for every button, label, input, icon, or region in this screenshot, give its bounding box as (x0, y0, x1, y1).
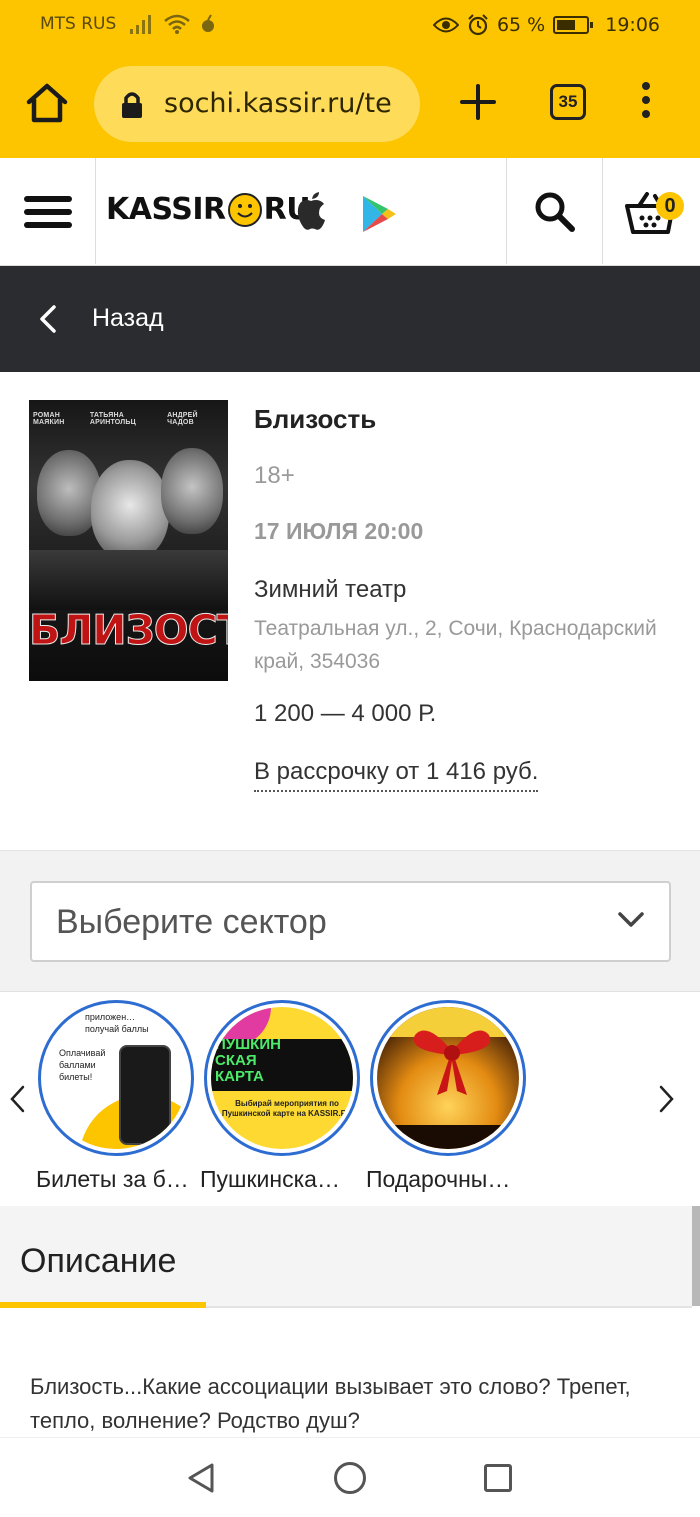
story-item[interactable]: приложен… получай баллы Оплачивай баллам… (36, 1000, 198, 1193)
story-image (377, 1007, 519, 1149)
back-bar[interactable]: Назад (0, 266, 700, 372)
chevron-down-icon (618, 912, 644, 927)
cart-button[interactable] (602, 158, 700, 264)
chevron-left-icon (40, 305, 56, 333)
site-header: KASSIR RU 0 (0, 158, 700, 266)
eye-icon (432, 17, 459, 33)
story-label: Пушкинска… (200, 1166, 340, 1192)
nav-recents-icon[interactable] (484, 1464, 512, 1492)
poster-clothing (29, 550, 228, 610)
event-poster[interactable]: РОМАН МАЯКИН ТАТЬЯНА АРИНТОЛЬЦ АНДРЕЙ ЧА… (29, 400, 228, 681)
battery-icon (553, 16, 594, 34)
venue-address: Театральная ул., 2, Сочи, Краснодарский … (254, 617, 657, 673)
browser-toolbar: sochi.kassir.ru/te 35 (0, 56, 700, 152)
logo-smiley-icon (227, 192, 262, 227)
scrollbar[interactable] (692, 1206, 700, 1306)
sector-select-label: Выберите сектор (56, 903, 327, 941)
google-play-icon[interactable] (360, 194, 398, 234)
description-text: Близость...Какие ассоциации вызывает это… (30, 1374, 631, 1433)
nav-home-icon[interactable] (334, 1462, 366, 1494)
new-tab-icon[interactable] (456, 80, 500, 124)
apple-store-icon[interactable] (294, 192, 330, 232)
poster-cast-name: РОМАН МАЯКИН (33, 412, 65, 426)
clock: 19:06 (605, 14, 660, 36)
story-circle (370, 1000, 526, 1156)
event-date: 17 ИЮЛЯ 20:00 (254, 518, 424, 544)
story-small-text: приложен… получай баллы (85, 1012, 149, 1034)
description-tabs: Описание (0, 1206, 692, 1308)
home-icon[interactable] (22, 78, 72, 128)
story-item[interactable]: Подарочны… (366, 1000, 530, 1193)
story-image: ПУШКИН СКАЯ КАРТА Выбирай мероприятия по… (211, 1007, 353, 1149)
story-circle: ПУШКИН СКАЯ КАРТА Выбирай мероприятия по… (204, 1000, 360, 1156)
wifi-icon (164, 14, 190, 34)
price-range: 1 200 — 4 000 Р. (254, 700, 437, 727)
story-label: Подарочны… (366, 1166, 511, 1192)
poster-title: БЛИЗОСТЬ (29, 606, 228, 655)
poster-cast: РОМАН МАЯКИН ТАТЬЯНА АРИНТОЛЬЦ АНДРЕЙ ЧА… (33, 412, 223, 426)
logo-text-left: KASSIR (106, 192, 226, 227)
hamburger-menu-button[interactable] (0, 158, 96, 264)
cart-count-badge: 0 (656, 192, 684, 220)
story-headline: ПУШКИН СКАЯ КАРТА (215, 1036, 281, 1085)
url-text: sochi.kassir.ru/te (164, 88, 392, 119)
story-item[interactable]: ПУШКИН СКАЯ КАРТА Выбирай мероприятия по… (200, 1000, 364, 1193)
carrier-label: MTS RUS (40, 14, 117, 34)
tabs-count-button[interactable]: 35 (550, 84, 586, 120)
system-nav-bar (0, 1437, 700, 1517)
sector-section: Выберите сектор (0, 850, 700, 992)
battery-fill (557, 20, 576, 30)
venue-name[interactable]: Зимний театр (254, 576, 406, 604)
stories-carousel: приложен… получай баллы Оплачивай баллам… (0, 994, 700, 1206)
poster-face (91, 460, 169, 560)
more-menu-icon[interactable] (634, 82, 658, 126)
carousel-prev-icon[interactable] (8, 1084, 28, 1114)
status-bar: MTS RUS 65 % 19:06 (0, 0, 700, 50)
search-button[interactable] (506, 158, 602, 264)
nav-back-icon[interactable] (186, 1462, 216, 1494)
installment-link[interactable]: В рассрочку от 1 416 руб. (254, 758, 539, 792)
tab-description[interactable]: Описание (20, 1242, 176, 1281)
signal-icon (130, 15, 151, 34)
poster-cast-name: АНДРЕЙ ЧАДОВ (167, 412, 198, 426)
story-small-text: Выбирай мероприятия по Пушкинской карте … (221, 1099, 353, 1118)
gift-bow-icon (413, 1030, 491, 1095)
back-label: Назад (92, 304, 164, 332)
phone-image (119, 1045, 171, 1145)
poster-cast-name: ТАТЬЯНА АРИНТОЛЬЦ (89, 412, 136, 426)
address-bar[interactable]: sochi.kassir.ru/te (94, 66, 420, 142)
event-title: Близость (254, 404, 377, 434)
story-label: Билеты за б… (36, 1166, 189, 1192)
story-circle: приложен… получай баллы Оплачивай баллам… (38, 1000, 194, 1156)
kassir-logo[interactable]: KASSIR RU (106, 192, 311, 227)
active-tab-indicator (0, 1302, 206, 1308)
crowd-silhouette (377, 1125, 519, 1149)
alarm-icon (468, 14, 488, 36)
sector-select[interactable]: Выберите сектор (30, 881, 671, 962)
story-image: приложен… получай баллы Оплачивай баллам… (45, 1007, 187, 1149)
battery-percent: 65 % (496, 14, 546, 36)
fruit-icon (202, 14, 214, 32)
age-rating: 18+ (254, 462, 295, 489)
search-icon (535, 192, 575, 232)
lock-icon (122, 92, 142, 118)
carousel-next-icon[interactable] (656, 1084, 676, 1114)
poster-face (161, 448, 223, 534)
